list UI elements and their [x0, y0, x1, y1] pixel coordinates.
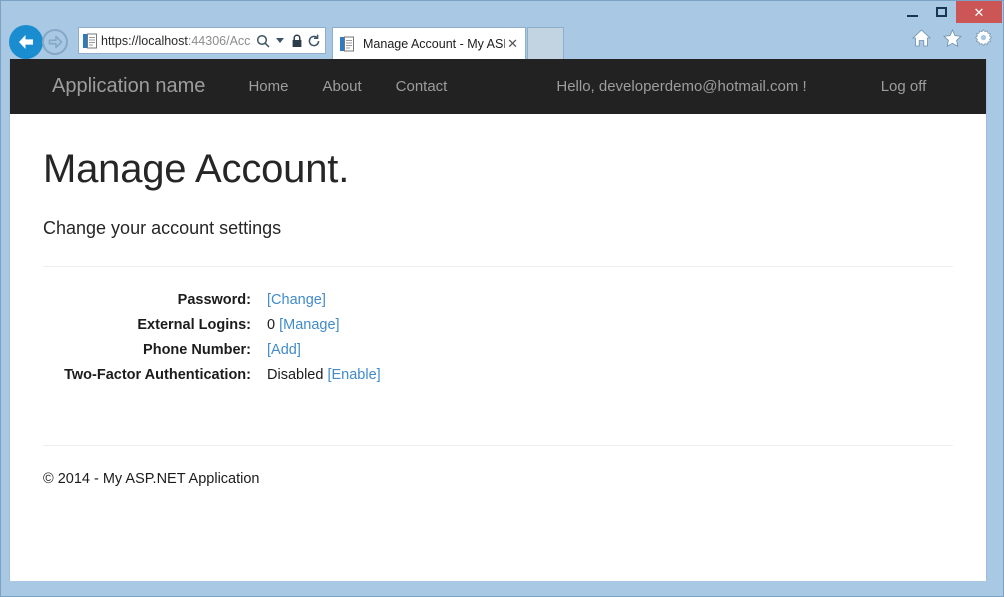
- home-icon[interactable]: [912, 29, 931, 52]
- star-icon[interactable]: [943, 29, 962, 52]
- minimize-icon: [907, 15, 918, 17]
- site-footer: © 2014 - My ASP.NET Application: [43, 471, 953, 487]
- detail-row-two-factor: Two-Factor Authentication: Disabled [Ena…: [43, 363, 953, 388]
- enable-two-factor-link[interactable]: [Enable]: [327, 367, 380, 383]
- tab-favicon: [340, 36, 354, 52]
- navbar-links: Home About Contact: [231, 78, 464, 95]
- back-arrow-icon: [16, 33, 36, 51]
- detail-value-external-logins: 0 [Manage]: [267, 313, 340, 338]
- detail-label-phone-number: Phone Number:: [43, 338, 251, 363]
- close-icon: ✕: [974, 6, 985, 19]
- back-button[interactable]: [9, 25, 43, 59]
- browser-window: ✕: [0, 0, 1004, 597]
- nav-link-contact[interactable]: Contact: [379, 78, 465, 95]
- tab-close-icon[interactable]: ✕: [505, 36, 520, 52]
- add-phone-number-link[interactable]: [Add]: [267, 342, 301, 358]
- address-bar[interactable]: https://localhost:44306/Acc: [78, 27, 326, 54]
- log-off-link[interactable]: Log off: [865, 78, 943, 95]
- browser-titlebar: ✕: [1, 1, 1003, 59]
- tab-title: Manage Account - My ASP....: [363, 36, 505, 52]
- maximize-button[interactable]: [927, 1, 956, 23]
- browser-toolbar-icons: [912, 29, 993, 52]
- two-factor-status: Disabled: [267, 367, 323, 383]
- detail-label-external-logins: External Logins:: [43, 313, 251, 338]
- detail-label-two-factor: Two-Factor Authentication:: [43, 363, 251, 388]
- external-logins-count: 0: [267, 317, 275, 333]
- new-tab-button[interactable]: [527, 27, 564, 59]
- page-viewport: Application name Home About Contact Hell…: [9, 59, 987, 581]
- detail-row-external-logins: External Logins: 0 [Manage]: [43, 313, 953, 338]
- window-bottom-border: [1, 581, 1003, 596]
- forward-button[interactable]: [42, 29, 68, 55]
- navbar-brand[interactable]: Application name: [52, 75, 205, 98]
- detail-value-password: [Change]: [267, 288, 326, 313]
- detail-row-phone-number: Phone Number: [Add]: [43, 338, 953, 363]
- search-icon[interactable]: [254, 31, 271, 51]
- nav-link-about[interactable]: About: [305, 78, 378, 95]
- site-navbar: Application name Home About Contact Hell…: [10, 59, 986, 114]
- detail-row-password: Password: [Change]: [43, 288, 953, 313]
- change-password-link[interactable]: [Change]: [267, 292, 326, 308]
- url-host: https://localhost: [101, 34, 188, 48]
- page-subtitle: Change your account settings: [43, 218, 953, 239]
- chevron-down-icon[interactable]: [271, 31, 288, 51]
- nav-link-home[interactable]: Home: [231, 78, 305, 95]
- forward-arrow-icon: [48, 35, 63, 49]
- manage-external-logins-link[interactable]: [Manage]: [279, 317, 339, 333]
- close-window-button[interactable]: ✕: [956, 1, 1002, 23]
- minimize-button[interactable]: [898, 1, 927, 23]
- content-divider-top: [43, 266, 953, 267]
- navbar-user-zone: Hello, developerdemo@hotmail.com ! Log o…: [540, 78, 942, 95]
- page-document-icon: [83, 33, 97, 49]
- caret-glyph: [276, 38, 284, 43]
- account-details-list: Password: [Change] External Logins: 0 [M…: [43, 288, 953, 388]
- maximize-icon: [936, 7, 947, 17]
- window-controls: ✕: [898, 1, 1002, 25]
- gear-icon[interactable]: [974, 29, 993, 52]
- footer-copyright: © 2014 - My ASP.NET Application: [43, 471, 953, 487]
- detail-value-phone-number: [Add]: [267, 338, 301, 363]
- content-divider-bottom: [43, 445, 953, 446]
- page-title: Manage Account.: [43, 148, 953, 190]
- page-container: Manage Account. Change your account sett…: [10, 148, 986, 487]
- lock-icon: [288, 31, 305, 51]
- refresh-icon[interactable]: [305, 31, 322, 51]
- user-greeting-link[interactable]: Hello, developerdemo@hotmail.com !: [540, 78, 822, 95]
- url-path: :44306/Acc: [188, 34, 251, 48]
- detail-value-two-factor: Disabled [Enable]: [267, 363, 381, 388]
- address-bar-url: https://localhost:44306/Acc: [101, 33, 254, 49]
- browser-tab[interactable]: Manage Account - My ASP.... ✕: [332, 27, 526, 59]
- detail-label-password: Password:: [43, 288, 251, 313]
